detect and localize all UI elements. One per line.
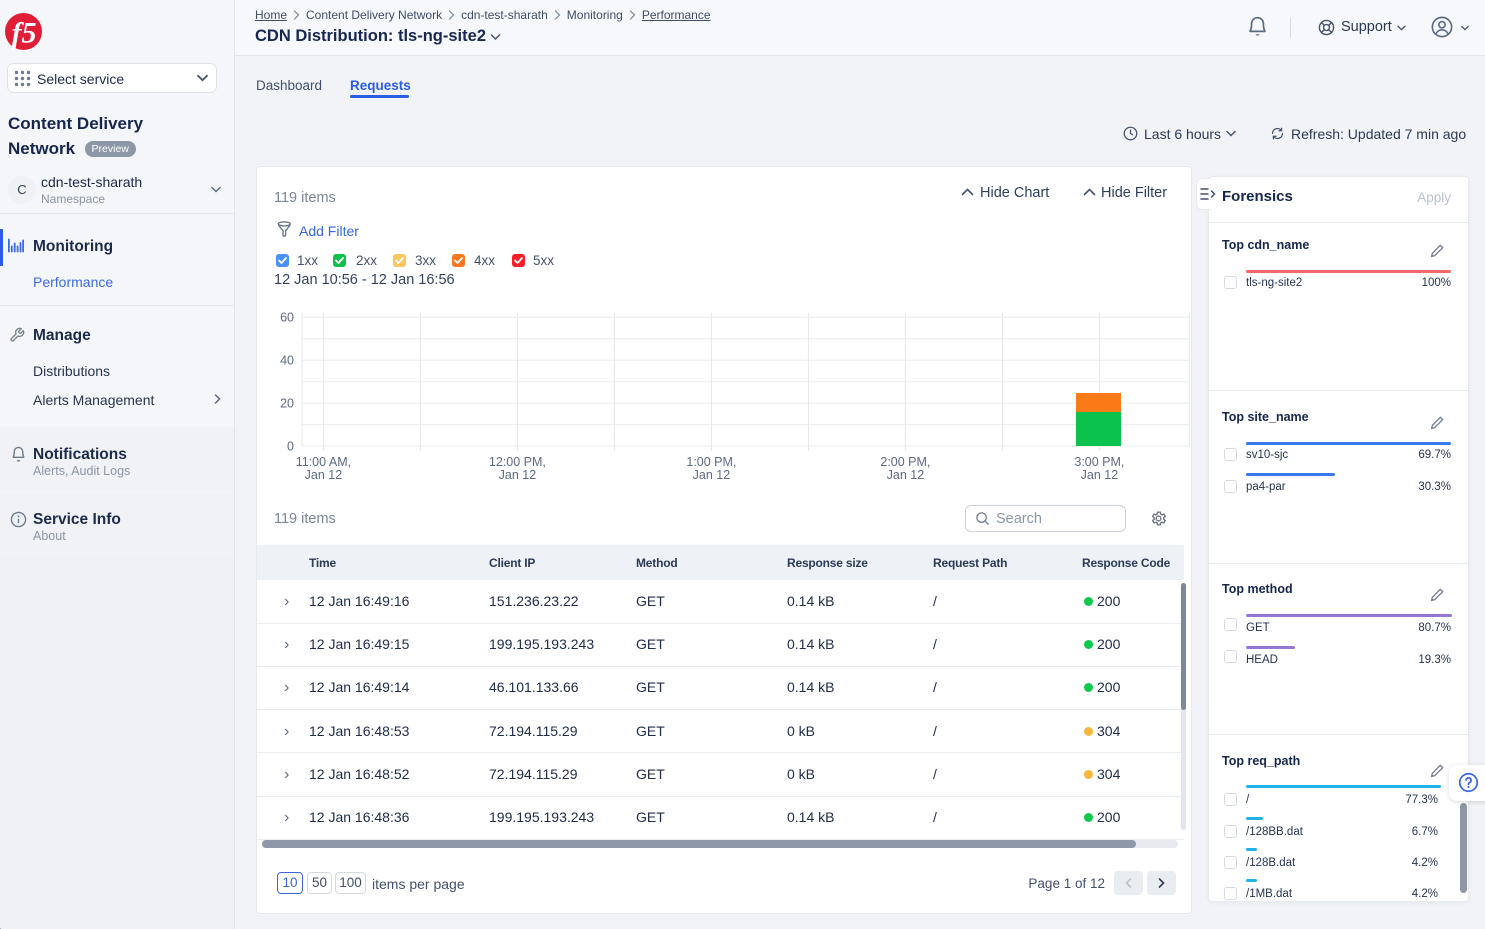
svg-text:Jan 12: Jan 12: [693, 468, 731, 482]
svg-text:Jan 12: Jan 12: [1081, 468, 1119, 482]
svg-text:60: 60: [280, 311, 294, 325]
svg-text:Jan 12: Jan 12: [305, 468, 343, 482]
svg-text:Jan 12: Jan 12: [499, 468, 537, 482]
svg-text:40: 40: [280, 354, 294, 368]
svg-text:11:00 AM,: 11:00 AM,: [296, 455, 351, 469]
svg-text:12:00 PM,: 12:00 PM,: [489, 455, 546, 469]
svg-text:3:00 PM,: 3:00 PM,: [1074, 455, 1124, 469]
svg-text:1:00 PM,: 1:00 PM,: [686, 455, 736, 469]
svg-text:20: 20: [280, 397, 294, 411]
svg-text:Jan 12: Jan 12: [887, 468, 925, 482]
svg-text:2:00 PM,: 2:00 PM,: [880, 455, 930, 469]
svg-text:0: 0: [287, 440, 294, 454]
svg-text:f5: f5: [12, 17, 37, 50]
